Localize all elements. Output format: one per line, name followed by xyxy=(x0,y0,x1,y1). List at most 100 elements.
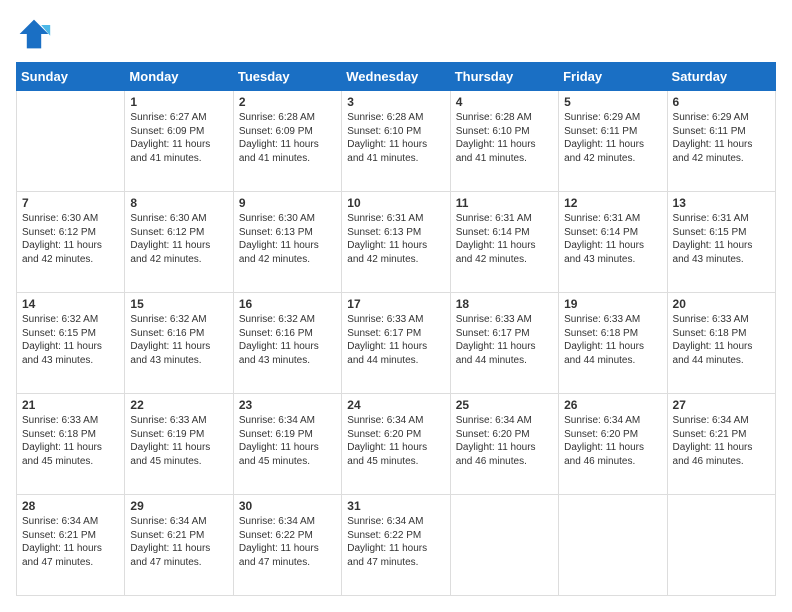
day-info: Sunrise: 6:32 AM Sunset: 6:16 PM Dayligh… xyxy=(130,313,227,367)
day-number: 10 xyxy=(347,196,444,210)
day-number: 16 xyxy=(239,297,336,311)
calendar-day-cell: 20 Sunrise: 6:33 AM Sunset: 6:18 PM Dayli… xyxy=(667,293,775,394)
calendar-day-cell: 8 Sunrise: 6:30 AM Sunset: 6:12 PM Daylig… xyxy=(125,192,233,293)
day-number: 18 xyxy=(456,297,553,311)
weekday-header: Monday xyxy=(125,63,233,91)
day-info: Sunrise: 6:34 AM Sunset: 6:22 PM Dayligh… xyxy=(347,515,444,569)
day-info: Sunrise: 6:34 AM Sunset: 6:21 PM Dayligh… xyxy=(673,414,770,468)
calendar-day-cell: 2 Sunrise: 6:28 AM Sunset: 6:09 PM Daylig… xyxy=(233,91,341,192)
calendar-day-cell: 5Sunrise: 6:29 AM Sunset: 6:11 PM Daylig… xyxy=(559,91,667,192)
calendar-header-row: SundayMondayTuesdayWednesdayThursdayFrid… xyxy=(17,63,776,91)
calendar-day-cell xyxy=(559,495,667,596)
weekday-header: Saturday xyxy=(667,63,775,91)
calendar-day-cell: 16 Sunrise: 6:32 AM Sunset: 6:16 PM Dayli… xyxy=(233,293,341,394)
day-info: Sunrise: 6:34 AM Sunset: 6:21 PM Dayligh… xyxy=(130,515,227,569)
day-info: Sunrise: 6:34 AM Sunset: 6:20 PM Dayligh… xyxy=(564,414,661,468)
day-number: 2 xyxy=(239,95,336,109)
weekday-header: Friday xyxy=(559,63,667,91)
day-info: Sunrise: 6:30 AM Sunset: 6:12 PM Dayligh… xyxy=(130,212,227,266)
day-info: Sunrise: 6:33 AM Sunset: 6:18 PM Dayligh… xyxy=(22,414,119,468)
day-info: Sunrise: 6:34 AM Sunset: 6:21 PM Dayligh… xyxy=(22,515,119,569)
day-number: 3 xyxy=(347,95,444,109)
calendar-day-cell: 3 Sunrise: 6:28 AM Sunset: 6:10 PM Daylig… xyxy=(342,91,450,192)
day-info: Sunrise: 6:31 AM Sunset: 6:14 PM Dayligh… xyxy=(456,212,553,266)
calendar-day-cell: 7 Sunrise: 6:30 AM Sunset: 6:12 PM Daylig… xyxy=(17,192,125,293)
day-number: 12 xyxy=(564,196,661,210)
day-info: Sunrise: 6:32 AM Sunset: 6:16 PM Dayligh… xyxy=(239,313,336,367)
day-number: 28 xyxy=(22,499,119,513)
day-info: Sunrise: 6:33 AM Sunset: 6:17 PM Dayligh… xyxy=(456,313,553,367)
calendar-day-cell: 26 Sunrise: 6:34 AM Sunset: 6:20 PM Dayli… xyxy=(559,394,667,495)
calendar-week-row: 28 Sunrise: 6:34 AM Sunset: 6:21 PM Dayli… xyxy=(17,495,776,596)
day-number: 20 xyxy=(673,297,770,311)
calendar-day-cell: 15 Sunrise: 6:32 AM Sunset: 6:16 PM Dayli… xyxy=(125,293,233,394)
calendar-table: SundayMondayTuesdayWednesdayThursdayFrid… xyxy=(16,62,776,596)
weekday-header: Thursday xyxy=(450,63,558,91)
day-info: Sunrise: 6:28 AM Sunset: 6:10 PM Dayligh… xyxy=(347,111,444,165)
calendar-day-cell: 28 Sunrise: 6:34 AM Sunset: 6:21 PM Dayli… xyxy=(17,495,125,596)
day-number: 9 xyxy=(239,196,336,210)
day-info: Sunrise: 6:30 AM Sunset: 6:12 PM Dayligh… xyxy=(22,212,119,266)
day-info: Sunrise: 6:28 AM Sunset: 6:10 PM Dayligh… xyxy=(456,111,553,165)
day-number: 30 xyxy=(239,499,336,513)
day-number: 19 xyxy=(564,297,661,311)
day-info: Sunrise: 6:27 AM Sunset: 6:09 PM Dayligh… xyxy=(130,111,227,165)
day-number: 11 xyxy=(456,196,553,210)
header xyxy=(16,16,776,52)
day-info: Sunrise: 6:31 AM Sunset: 6:14 PM Dayligh… xyxy=(564,212,661,266)
day-number: 7 xyxy=(22,196,119,210)
day-info: Sunrise: 6:33 AM Sunset: 6:17 PM Dayligh… xyxy=(347,313,444,367)
day-info: Sunrise: 6:34 AM Sunset: 6:22 PM Dayligh… xyxy=(239,515,336,569)
calendar-day-cell: 29Sunrise: 6:34 AM Sunset: 6:21 PM Dayli… xyxy=(125,495,233,596)
calendar-day-cell: 18 Sunrise: 6:33 AM Sunset: 6:17 PM Dayli… xyxy=(450,293,558,394)
day-info: Sunrise: 6:31 AM Sunset: 6:13 PM Dayligh… xyxy=(347,212,444,266)
day-number: 8 xyxy=(130,196,227,210)
day-number: 13 xyxy=(673,196,770,210)
calendar-day-cell: 19 Sunrise: 6:33 AM Sunset: 6:18 PM Dayli… xyxy=(559,293,667,394)
day-number: 21 xyxy=(22,398,119,412)
calendar-day-cell: 25 Sunrise: 6:34 AM Sunset: 6:20 PM Dayli… xyxy=(450,394,558,495)
day-number: 4 xyxy=(456,95,553,109)
calendar-week-row: 14Sunrise: 6:32 AM Sunset: 6:15 PM Dayli… xyxy=(17,293,776,394)
day-info: Sunrise: 6:31 AM Sunset: 6:15 PM Dayligh… xyxy=(673,212,770,266)
calendar-day-cell xyxy=(17,91,125,192)
day-info: Sunrise: 6:28 AM Sunset: 6:09 PM Dayligh… xyxy=(239,111,336,165)
day-number: 5 xyxy=(564,95,661,109)
logo xyxy=(16,16,58,52)
calendar-day-cell: 10 Sunrise: 6:31 AM Sunset: 6:13 PM Dayli… xyxy=(342,192,450,293)
calendar-day-cell: 21 Sunrise: 6:33 AM Sunset: 6:18 PM Dayli… xyxy=(17,394,125,495)
calendar-day-cell: 24Sunrise: 6:34 AM Sunset: 6:20 PM Dayli… xyxy=(342,394,450,495)
day-info: Sunrise: 6:33 AM Sunset: 6:18 PM Dayligh… xyxy=(564,313,661,367)
calendar-day-cell: 30 Sunrise: 6:34 AM Sunset: 6:22 PM Dayli… xyxy=(233,495,341,596)
calendar-day-cell: 9Sunrise: 6:30 AM Sunset: 6:13 PM Daylig… xyxy=(233,192,341,293)
day-info: Sunrise: 6:33 AM Sunset: 6:18 PM Dayligh… xyxy=(673,313,770,367)
day-number: 6 xyxy=(673,95,770,109)
calendar-day-cell: 14Sunrise: 6:32 AM Sunset: 6:15 PM Dayli… xyxy=(17,293,125,394)
day-number: 22 xyxy=(130,398,227,412)
day-number: 25 xyxy=(456,398,553,412)
calendar-day-cell: 23Sunrise: 6:34 AM Sunset: 6:19 PM Dayli… xyxy=(233,394,341,495)
day-number: 17 xyxy=(347,297,444,311)
weekday-header: Sunday xyxy=(17,63,125,91)
calendar-day-cell: 13 Sunrise: 6:31 AM Sunset: 6:15 PM Dayli… xyxy=(667,192,775,293)
calendar-day-cell: 22 Sunrise: 6:33 AM Sunset: 6:19 PM Dayli… xyxy=(125,394,233,495)
day-info: Sunrise: 6:33 AM Sunset: 6:19 PM Dayligh… xyxy=(130,414,227,468)
calendar-day-cell: 12 Sunrise: 6:31 AM Sunset: 6:14 PM Dayli… xyxy=(559,192,667,293)
day-number: 31 xyxy=(347,499,444,513)
calendar-week-row: 21 Sunrise: 6:33 AM Sunset: 6:18 PM Dayli… xyxy=(17,394,776,495)
weekday-header: Wednesday xyxy=(342,63,450,91)
calendar-day-cell: 6Sunrise: 6:29 AM Sunset: 6:11 PM Daylig… xyxy=(667,91,775,192)
day-number: 26 xyxy=(564,398,661,412)
day-number: 1 xyxy=(130,95,227,109)
weekday-header: Tuesday xyxy=(233,63,341,91)
calendar-day-cell: 11 Sunrise: 6:31 AM Sunset: 6:14 PM Dayli… xyxy=(450,192,558,293)
calendar-day-cell: 17 Sunrise: 6:33 AM Sunset: 6:17 PM Dayli… xyxy=(342,293,450,394)
calendar-week-row: 7 Sunrise: 6:30 AM Sunset: 6:12 PM Daylig… xyxy=(17,192,776,293)
calendar-week-row: 1 Sunrise: 6:27 AM Sunset: 6:09 PM Daylig… xyxy=(17,91,776,192)
day-number: 27 xyxy=(673,398,770,412)
page: SundayMondayTuesdayWednesdayThursdayFrid… xyxy=(0,0,792,612)
calendar-day-cell: 4 Sunrise: 6:28 AM Sunset: 6:10 PM Daylig… xyxy=(450,91,558,192)
day-number: 15 xyxy=(130,297,227,311)
day-info: Sunrise: 6:34 AM Sunset: 6:20 PM Dayligh… xyxy=(456,414,553,468)
calendar-day-cell xyxy=(450,495,558,596)
